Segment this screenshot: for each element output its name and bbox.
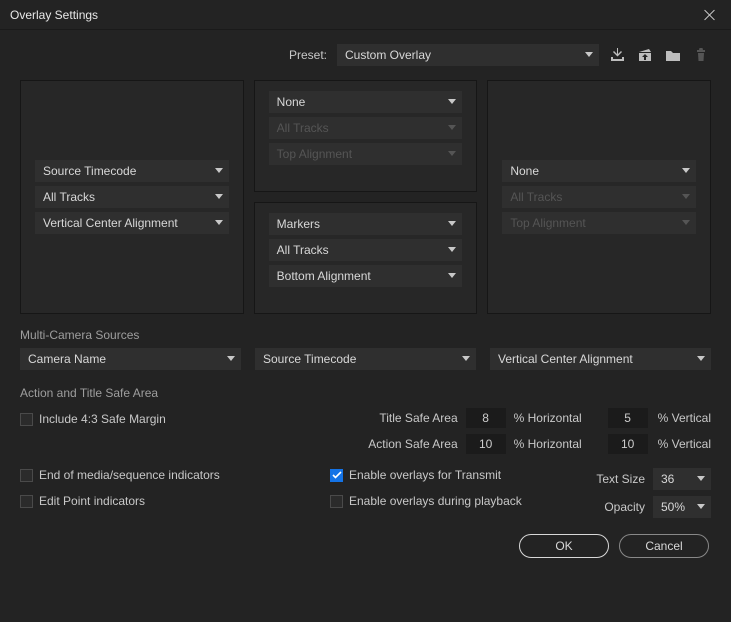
preset-label: Preset:	[289, 48, 327, 62]
overlay-panel-bottom: Markers All Tracks Bottom Alignment	[254, 202, 478, 314]
cancel-button[interactable]: Cancel	[619, 534, 709, 558]
right-tracks-dd: All Tracks	[502, 186, 696, 208]
overlay-grid: Source Timecode All Tracks Vertical Cent…	[20, 80, 711, 314]
overlay-panel-left: Source Timecode All Tracks Vertical Cent…	[20, 80, 244, 314]
delete-preset-icon	[691, 46, 711, 64]
right-source-dd[interactable]: None	[502, 160, 696, 182]
top-tracks-dd: All Tracks	[269, 117, 463, 139]
checkbox-box	[20, 413, 33, 426]
close-icon[interactable]	[703, 8, 717, 22]
import-preset-icon[interactable]	[607, 46, 627, 64]
text-size-label: Text Size	[596, 472, 645, 486]
title-bar: Overlay Settings	[0, 0, 731, 30]
chevron-down-icon	[448, 151, 456, 156]
safe-area-section: Action and Title Safe Area Include 4:3 S…	[20, 386, 711, 454]
opacity-dd[interactable]: 50%	[653, 496, 711, 518]
action-safe-row: Action Safe Area 10 % Horizontal 10 % Ve…	[348, 434, 711, 454]
enable-transmit-checkbox[interactable]: Enable overlays for Transmit	[330, 468, 570, 482]
bottom-source-dd[interactable]: Markers	[269, 213, 463, 235]
ok-button[interactable]: OK	[519, 534, 609, 558]
safe-area-label: Action and Title Safe Area	[20, 386, 711, 400]
title-safe-label: Title Safe Area	[348, 411, 458, 425]
window-title: Overlay Settings	[10, 8, 703, 22]
checkbox-box	[330, 469, 343, 482]
opacity-row: Opacity 50%	[604, 496, 711, 518]
right-align-dd: Top Alignment	[502, 212, 696, 234]
top-align-dd: Top Alignment	[269, 143, 463, 165]
chevron-down-icon	[215, 220, 223, 225]
opacity-label: Opacity	[604, 500, 645, 514]
bottom-align-dd[interactable]: Bottom Alignment	[269, 265, 463, 287]
chevron-down-icon	[682, 194, 690, 199]
chevron-down-icon	[682, 220, 690, 225]
checkbox-box	[20, 495, 33, 508]
enable-playback-label: Enable overlays during playback	[349, 494, 522, 508]
enable-playback-checkbox[interactable]: Enable overlays during playback	[330, 494, 570, 508]
include-43-checkbox[interactable]: Include 4:3 Safe Margin	[20, 412, 166, 426]
chevron-down-icon	[227, 356, 235, 361]
dialog-buttons: OK Cancel	[20, 534, 711, 558]
chevron-down-icon	[448, 247, 456, 252]
action-safe-label: Action Safe Area	[348, 437, 458, 451]
bottom-tracks-dd[interactable]: All Tracks	[269, 239, 463, 261]
chevron-down-icon	[448, 99, 456, 104]
edit-point-label: Edit Point indicators	[39, 494, 145, 508]
text-size-dd[interactable]: 36	[653, 468, 711, 490]
enable-transmit-label: Enable overlays for Transmit	[349, 468, 501, 482]
horiz-label: % Horizontal	[514, 411, 600, 425]
overlay-panel-top: None All Tracks Top Alignment	[254, 80, 478, 192]
mc-meta-dd[interactable]: Source Timecode	[255, 348, 476, 370]
chevron-down-icon	[448, 125, 456, 130]
left-source-dd[interactable]: Source Timecode	[35, 160, 229, 182]
chevron-down-icon	[215, 194, 223, 199]
title-safe-row: Title Safe Area 8 % Horizontal 5 % Verti…	[348, 408, 711, 428]
chevron-down-icon	[448, 273, 456, 278]
chevron-down-icon	[585, 52, 593, 57]
chevron-down-icon	[697, 356, 705, 361]
checkbox-box	[20, 469, 33, 482]
overlay-panel-right: None All Tracks Top Alignment	[487, 80, 711, 314]
include-43-label: Include 4:3 Safe Margin	[39, 412, 166, 426]
vert-label-2: % Vertical	[656, 437, 711, 451]
new-preset-icon[interactable]	[663, 46, 683, 64]
vert-label: % Vertical	[656, 411, 711, 425]
preset-row: Preset: Custom Overlay	[20, 44, 711, 66]
chevron-down-icon	[462, 356, 470, 361]
preset-dropdown[interactable]: Custom Overlay	[337, 44, 599, 66]
bottom-options: End of media/sequence indicators Edit Po…	[20, 468, 711, 518]
preset-value: Custom Overlay	[345, 48, 431, 62]
end-media-label: End of media/sequence indicators	[39, 468, 220, 482]
horiz-label-2: % Horizontal	[514, 437, 600, 451]
action-safe-v-input[interactable]: 10	[608, 434, 648, 454]
export-preset-icon[interactable]	[635, 46, 655, 64]
chevron-down-icon	[682, 168, 690, 173]
title-safe-h-input[interactable]: 8	[466, 408, 506, 428]
edit-point-checkbox[interactable]: Edit Point indicators	[20, 494, 320, 508]
multi-camera-label: Multi-Camera Sources	[20, 328, 711, 342]
chevron-down-icon	[215, 168, 223, 173]
checkbox-box	[330, 495, 343, 508]
multi-camera-row: Camera Name Source Timecode Vertical Cen…	[20, 348, 711, 370]
top-source-dd[interactable]: None	[269, 91, 463, 113]
mc-name-dd[interactable]: Camera Name	[20, 348, 241, 370]
mc-align-dd[interactable]: Vertical Center Alignment	[490, 348, 711, 370]
chevron-down-icon	[448, 221, 456, 226]
left-align-dd[interactable]: Vertical Center Alignment	[35, 212, 229, 234]
text-size-row: Text Size 36	[596, 468, 711, 490]
chevron-down-icon	[697, 476, 705, 481]
title-safe-v-input[interactable]: 5	[608, 408, 648, 428]
action-safe-h-input[interactable]: 10	[466, 434, 506, 454]
end-media-checkbox[interactable]: End of media/sequence indicators	[20, 468, 320, 482]
chevron-down-icon	[697, 504, 705, 509]
left-tracks-dd[interactable]: All Tracks	[35, 186, 229, 208]
